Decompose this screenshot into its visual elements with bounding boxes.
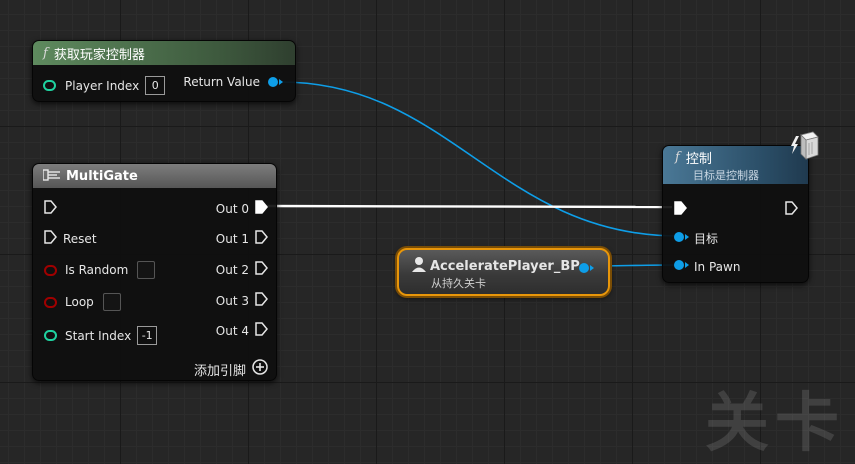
in-pawn-pin[interactable] [673,259,689,274]
multigate-header[interactable]: MultiGate [33,164,276,188]
get-player-controller-node[interactable]: f 获取玩家控制器 Player Index 0 Return Value [32,40,296,102]
out-4-label: Out 4 [215,323,249,338]
add-pin-label: 添加引脚 [193,363,246,379]
possess-header[interactable]: f 控制 目标是控制器 [663,146,808,184]
add-pin-icon [252,359,268,379]
player-index-label: Player Index [65,78,140,93]
add-pin-button[interactable]: 添加引脚 [194,359,268,379]
player-index-pin[interactable] [43,80,56,91]
is-random-checkbox[interactable] [137,261,156,279]
possess-node[interactable]: f 控制 目标是控制器 目标 In Pawn [662,145,809,283]
player-index-input[interactable]: 0 [145,76,166,95]
start-index-label: Start Index [65,328,132,343]
wire-return-to-target [280,81,679,237]
is-random-pin[interactable] [44,264,57,276]
out-2-label: Out 2 [215,262,249,277]
multigate-node[interactable]: MultiGate Reset Is Random Loop Start Ind… [32,163,277,381]
out-0-pin[interactable] [254,200,268,217]
actor-reference-icon [411,256,427,276]
reset-label: Reset [63,231,97,246]
return-value-label: Return Value [183,75,260,89]
variable-subtitle: 从持久关卡 [431,277,486,290]
out-0-label: Out 0 [215,201,249,216]
target-label: 目标 [694,232,719,246]
variable-title: AcceleratePlayer_BP [430,258,580,274]
multigate-title: MultiGate [66,168,138,184]
get-player-controller-header[interactable]: f 获取玩家控制器 [33,41,295,65]
possess-title: 控制 [685,151,712,167]
out-2-pin[interactable] [254,261,268,278]
authority-only-icon [790,130,820,160]
loop-checkbox[interactable] [102,293,121,311]
out-3-pin[interactable] [254,292,268,309]
reset-pin[interactable] [43,230,57,247]
accelerate-player-variable-node[interactable]: AcceleratePlayer_BP 从持久关卡 [397,248,610,296]
get-player-controller-title: 获取玩家控制器 [53,47,145,63]
possess-exec-in-pin[interactable] [673,201,687,218]
loop-pin[interactable] [44,296,57,308]
possess-subtitle: 目标是控制器 [693,168,759,182]
start-index-input[interactable]: -1 [137,326,158,345]
loop-label: Loop [65,295,94,309]
target-pin[interactable] [673,231,689,246]
return-value-pin[interactable] [267,76,283,88]
start-index-pin[interactable] [44,330,57,341]
out-3-label: Out 3 [215,293,249,308]
out-1-label: Out 1 [215,231,249,246]
variable-output-pin[interactable] [578,262,594,277]
exec-in-pin[interactable] [43,200,57,217]
function-icon: f [43,45,48,61]
function-icon: f [675,149,680,165]
is-random-label: Is Random [65,263,129,277]
in-pawn-label: In Pawn [694,259,741,274]
wire-exec-out0 [263,204,673,209]
out-4-pin[interactable] [254,322,268,339]
possess-exec-out-pin[interactable] [784,201,798,218]
out-1-pin[interactable] [254,230,268,247]
multigate-icon [42,168,61,184]
